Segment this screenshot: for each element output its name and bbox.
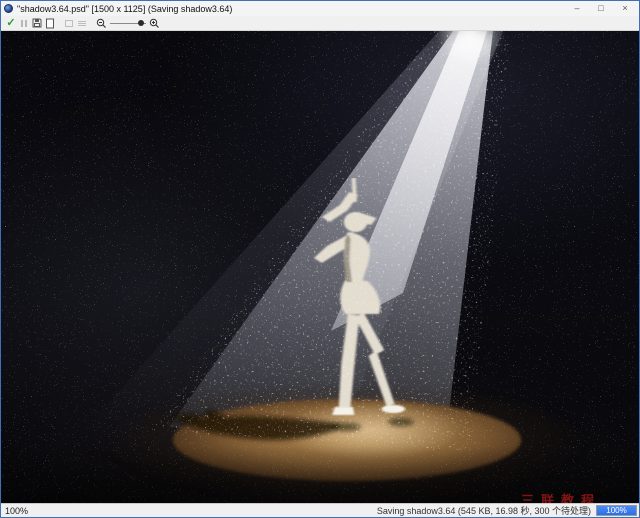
zoom-slider-thumb[interactable] — [138, 20, 144, 26]
watermark-text: 三联教程 — [521, 490, 601, 503]
zoom-level-label: 100% — [5, 506, 28, 516]
save-progress-bar: 100% — [596, 505, 637, 516]
saving-status-text: Saving shadow3.64 (545 KB, 16.98 秒, 300 … — [377, 504, 591, 517]
check-icon: ✓ — [6, 18, 15, 29]
vignette — [1, 31, 639, 503]
window-controls: – □ × — [565, 2, 637, 16]
save-progress-fill: 100% — [597, 506, 636, 515]
window-title: "shadow3.64.psd" [1500 x 1125] (Saving s… — [17, 4, 232, 14]
zoom-slider[interactable] — [110, 17, 146, 29]
save-progress-label: 100% — [606, 507, 626, 515]
confirm-button[interactable]: ✓ — [5, 17, 17, 29]
zoom-out-icon — [96, 18, 107, 29]
pause-icon — [21, 20, 27, 27]
statusbar: 100% Saving shadow3.64 (545 KB, 16.98 秒,… — [1, 503, 639, 517]
options-button[interactable] — [76, 17, 88, 29]
titlebar: "shadow3.64.psd" [1500 x 1125] (Saving s… — [1, 1, 639, 16]
render-canvas[interactable]: 三联教程 — [1, 31, 639, 503]
app-icon — [4, 4, 13, 13]
save-button[interactable] — [31, 17, 43, 29]
floppy-icon — [32, 18, 42, 28]
zoom-out-button[interactable] — [95, 17, 107, 29]
zoom-in-button[interactable] — [148, 17, 160, 29]
list-icon — [78, 21, 86, 26]
toolbar: ✓ — [1, 16, 639, 31]
render-preview-window: "shadow3.64.psd" [1500 x 1125] (Saving s… — [0, 0, 640, 518]
selection-button[interactable] — [63, 17, 75, 29]
copy-button[interactable] — [44, 17, 56, 29]
maximize-button[interactable]: □ — [589, 2, 613, 16]
close-button[interactable]: × — [613, 2, 637, 16]
page-icon — [45, 18, 55, 29]
zoom-in-icon — [149, 18, 160, 29]
minimize-button[interactable]: – — [565, 2, 589, 16]
selection-icon — [65, 20, 73, 27]
pause-button[interactable] — [18, 17, 30, 29]
